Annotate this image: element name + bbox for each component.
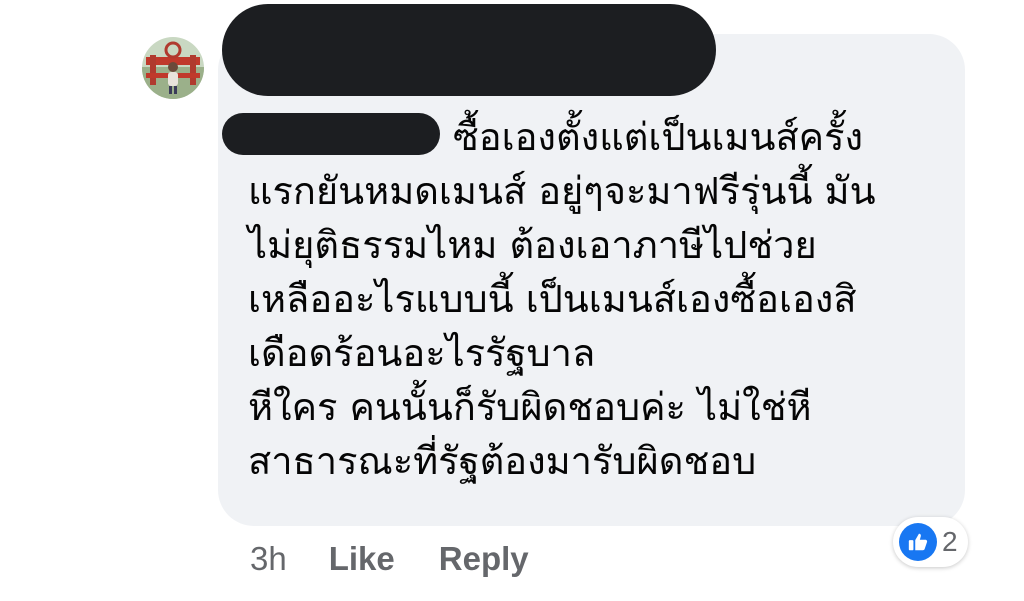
reaction-summary[interactable]: 2 bbox=[893, 517, 968, 567]
comment-actions: 3h Like Reply bbox=[250, 535, 529, 583]
comment-line: เดือดร้อนอะไรรัฐบาล bbox=[248, 331, 596, 375]
redacted-commenter-name bbox=[222, 4, 716, 96]
like-button[interactable]: Like bbox=[329, 540, 395, 578]
comment-line: ซื้อเองตั้งแต่เป็นเมนส์ครั้ง bbox=[453, 115, 864, 159]
reaction-count: 2 bbox=[942, 526, 958, 557]
comment-line: ไม่ยุติธรรมไหม ต้องเอาภาษีไปช่วย bbox=[248, 223, 817, 267]
comment-line: เหลืออะไรแบบนี้ เป็นเมนส์เองซื้อเองสิ bbox=[248, 277, 857, 321]
avatar[interactable] bbox=[142, 37, 204, 99]
comment-thread: ซื้อเองตั้งแต่เป็นเมนส์ครั้ง แรกยันหมดเม… bbox=[0, 0, 1024, 601]
comment-timestamp[interactable]: 3h bbox=[250, 540, 287, 578]
thumbs-up-icon bbox=[899, 523, 937, 561]
comment-line: สาธารณะที่รัฐต้องมารับผิดชอบ bbox=[248, 439, 757, 483]
comment-line: แรกยันหมดเมนส์ อยู่ๆจะมาฟรีรุ่นนี้ มัน bbox=[248, 169, 876, 213]
reply-button[interactable]: Reply bbox=[439, 540, 529, 578]
avatar-photo bbox=[142, 37, 204, 99]
comment-line: หีใคร คนนั้นก็รับผิดชอบค่ะ ไม่ใช่หี bbox=[248, 385, 812, 429]
comment-text: ซื้อเองตั้งแต่เป็นเมนส์ครั้ง แรกยันหมดเม… bbox=[248, 110, 948, 488]
